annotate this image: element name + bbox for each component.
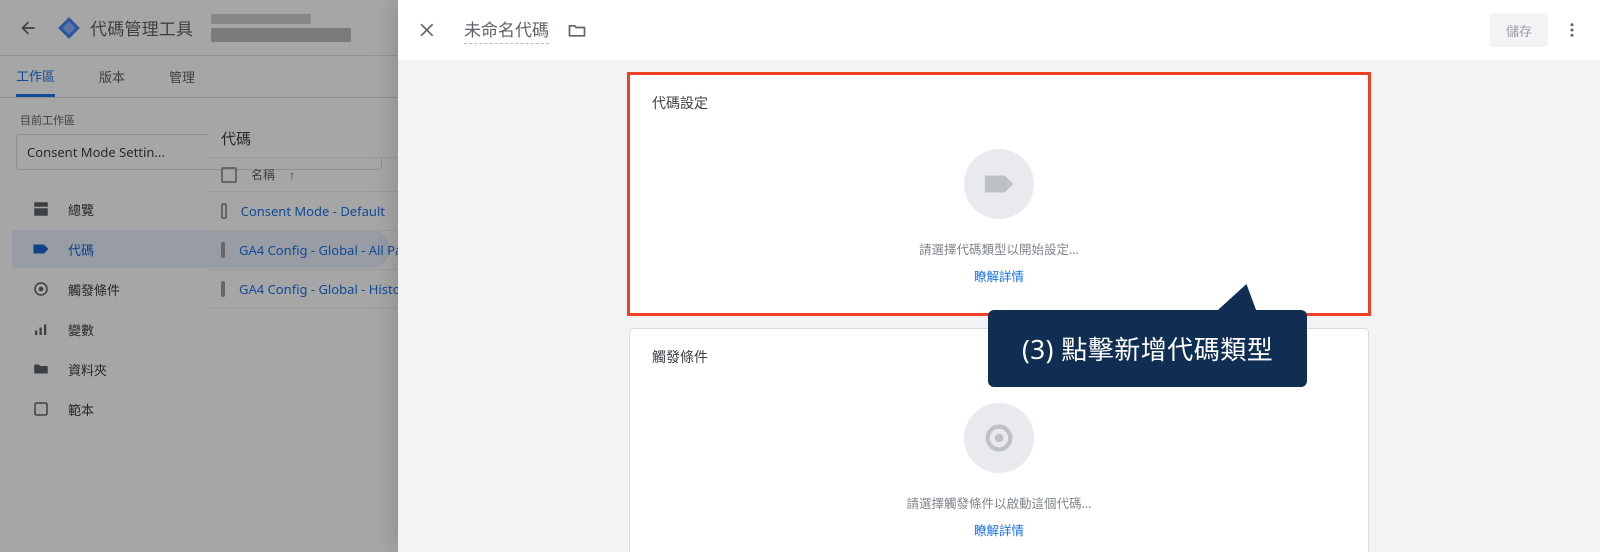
workspace-name: Consent Mode Settin... — [27, 143, 165, 161]
folder-icon — [32, 360, 50, 378]
sort-asc-icon: ↑ — [289, 166, 295, 183]
row-checkbox[interactable] — [221, 281, 225, 297]
trigger-config-hint: 請選擇觸發條件以啟動這個代碼… — [907, 493, 1092, 512]
tags-list-title: 代碼 — [207, 116, 399, 157]
tag-type-placeholder-icon — [964, 149, 1034, 219]
tag-editor-modal: 未命名代碼 儲存 代碼設定 請選擇代碼類型以開始設定… 瞭解 — [398, 0, 1600, 552]
tag-name-input[interactable]: 未命名代碼 — [464, 16, 549, 44]
more-menu-button[interactable] — [1554, 12, 1590, 48]
tag-row[interactable]: GA4 Config - Global - All Pag — [207, 231, 399, 270]
app-title: 代碼管理工具 — [90, 15, 193, 40]
gtm-workspace-background: 代碼管理工具 工作區 版本 管理 目前工作區 Consent Mode Sett… — [0, 0, 398, 552]
trigger-config-learn-more-link[interactable]: 瞭解詳情 — [974, 520, 1024, 539]
gtm-logo-icon — [56, 15, 82, 41]
variables-icon — [32, 320, 50, 338]
row-checkbox[interactable] — [221, 203, 227, 219]
back-arrow-button[interactable] — [8, 8, 48, 48]
tag-icon — [32, 240, 50, 258]
nav-templates[interactable]: 範本 — [12, 390, 390, 428]
overview-icon — [32, 200, 50, 218]
tab-workspace[interactable]: 工作區 — [16, 56, 55, 97]
tag-config-hint: 請選擇代碼類型以開始設定… — [919, 239, 1079, 258]
name-column-header[interactable]: 名稱 — [251, 166, 275, 183]
tags-list-panel: 代碼 名稱 ↑ Consent Mode - Default GA4 Confi… — [207, 116, 399, 309]
tag-config-card[interactable]: 代碼設定 請選擇代碼類型以開始設定… 瞭解詳情 — [629, 74, 1369, 314]
nav-variables[interactable]: 變數 — [12, 310, 390, 348]
trigger-placeholder-icon — [964, 403, 1034, 473]
tag-config-learn-more-link[interactable]: 瞭解詳情 — [974, 266, 1024, 285]
folder-picker-icon[interactable] — [567, 20, 587, 40]
row-checkbox[interactable] — [221, 242, 225, 258]
target-icon — [32, 280, 50, 298]
tag-row[interactable]: GA4 Config - Global - History — [207, 270, 399, 309]
select-all-checkbox[interactable] — [221, 167, 237, 183]
save-button[interactable]: 儲存 — [1490, 13, 1548, 47]
close-button[interactable] — [408, 10, 448, 50]
tag-row[interactable]: Consent Mode - Default — [207, 192, 399, 231]
trigger-config-card[interactable]: 觸發條件 請選擇觸發條件以啟動這個代碼… 瞭解詳情 — [629, 328, 1369, 552]
tag-config-title: 代碼設定 — [652, 93, 1346, 113]
tab-admin[interactable]: 管理 — [169, 56, 195, 97]
trigger-config-title: 觸發條件 — [652, 347, 1346, 367]
template-icon — [32, 400, 50, 418]
account-container-info[interactable] — [211, 14, 351, 42]
tab-versions[interactable]: 版本 — [99, 56, 125, 97]
nav-folders[interactable]: 資料夾 — [12, 350, 390, 388]
